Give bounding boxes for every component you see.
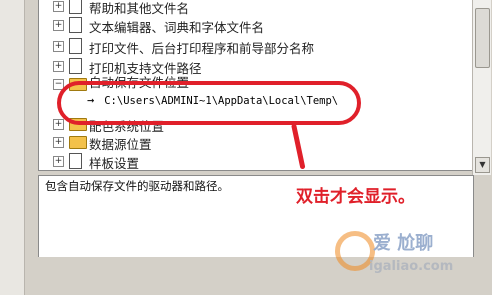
- scroll-thumb[interactable]: [475, 8, 490, 68]
- logo-url-mark: igaliao.com: [369, 259, 454, 274]
- expand-icon[interactable]: +: [53, 41, 64, 52]
- scroll-down-icon[interactable]: ▼: [475, 157, 490, 173]
- vertical-scrollbar[interactable]: ▼: [472, 0, 491, 175]
- document-icon: [69, 153, 82, 169]
- tree-item-label: 帮助和其他文件名: [89, 1, 190, 16]
- watermark-logo: 爱 尬聊 igaliao.com: [335, 225, 485, 295]
- tree-item-label: 数据源位置: [89, 137, 152, 152]
- tree-item-label: 打印文件、后台打印程序和前导部分名称: [89, 41, 315, 56]
- document-icon: [69, 0, 82, 14]
- document-icon: [69, 17, 82, 33]
- annotation-text: 双击才会显示。: [296, 187, 415, 207]
- left-panel-strip: [0, 0, 25, 295]
- document-icon: [69, 58, 82, 74]
- description-text: 包含自动保存文件的驱动器和路径。: [45, 179, 229, 193]
- highlight-ellipse: [57, 81, 361, 125]
- tree-item-label: 样板设置: [89, 156, 140, 171]
- expand-icon[interactable]: +: [53, 1, 64, 12]
- expand-icon[interactable]: +: [53, 156, 64, 167]
- expand-icon[interactable]: +: [53, 119, 64, 130]
- expand-icon[interactable]: +: [53, 61, 64, 72]
- expand-icon[interactable]: +: [53, 137, 64, 148]
- tree-item-label: 文本编辑器、词典和字体文件名: [89, 20, 265, 35]
- expand-icon[interactable]: +: [53, 20, 64, 31]
- folder-icon: [69, 136, 87, 149]
- document-icon: [69, 38, 82, 54]
- logo-mark: 爱 尬聊: [373, 233, 434, 254]
